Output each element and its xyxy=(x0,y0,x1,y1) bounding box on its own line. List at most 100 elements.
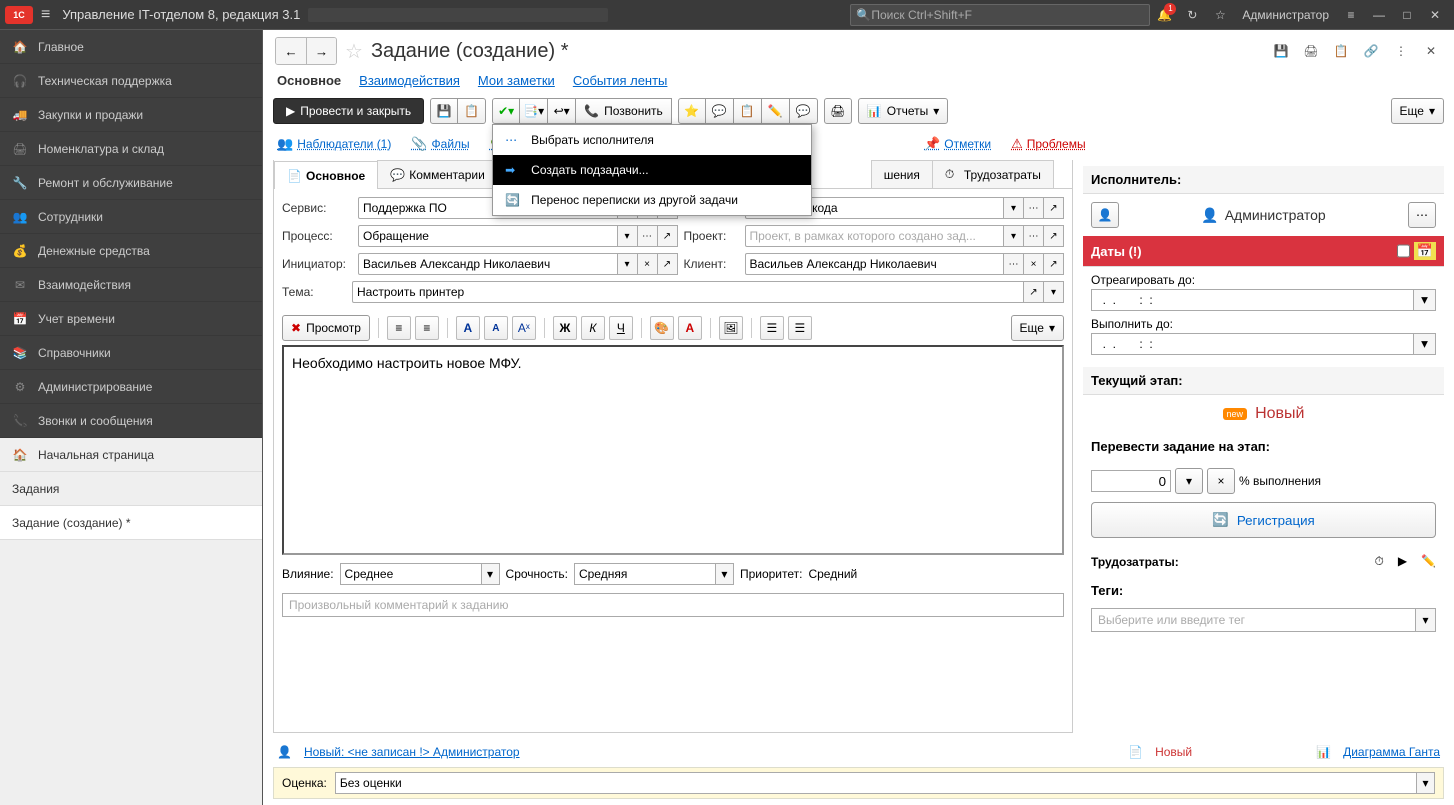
register-button[interactable]: 🔄Регистрация xyxy=(1091,502,1436,538)
link-problems[interactable]: ⚠Проблемы xyxy=(1011,136,1086,152)
dropdown-icon[interactable]: ▾ xyxy=(1416,773,1434,793)
fill-color-icon[interactable]: 🎨 xyxy=(650,316,674,340)
sidebar-item-support[interactable]: 🎧Техническая поддержка xyxy=(0,64,262,98)
font-dec-icon[interactable]: A xyxy=(484,316,508,340)
dates-checkbox[interactable] xyxy=(1397,242,1410,260)
link-watchers[interactable]: 👥Наблюдатели (1) xyxy=(277,136,391,152)
timer-icon[interactable]: ⏱ xyxy=(1374,554,1383,569)
nav-back-button[interactable]: ← xyxy=(276,38,306,64)
menu-create-subtasks[interactable]: ➡Создать подзадачи... xyxy=(493,155,811,185)
subtab-main[interactable]: Основное xyxy=(277,73,341,88)
percent-dd[interactable]: ▾ xyxy=(1175,468,1203,494)
user-label[interactable]: Администратор xyxy=(1234,8,1337,22)
star-icon[interactable]: ☆ xyxy=(1206,1,1234,29)
urgency-select[interactable]: ▾ xyxy=(574,563,734,585)
doctab-decisions[interactable]: шения xyxy=(871,160,933,188)
minimize-icon[interactable]: — xyxy=(1365,1,1393,29)
align-left-icon[interactable]: ≡ xyxy=(387,316,411,340)
report-icon[interactable]: 📋 xyxy=(1330,40,1352,62)
ol-icon[interactable]: ☰ xyxy=(788,316,812,340)
call-button[interactable]: 📞Позвонить xyxy=(576,98,672,124)
client-input[interactable]: ⋯×↗ xyxy=(745,253,1065,275)
copy2-button[interactable]: 📋 xyxy=(734,98,762,124)
more-button[interactable]: Еще▾ xyxy=(1391,98,1444,124)
print-icon[interactable]: 🖨 xyxy=(1300,40,1322,62)
copy-button[interactable]: 📑▾ xyxy=(520,98,548,124)
tab-tasks[interactable]: Задания xyxy=(0,472,262,506)
play-icon[interactable]: ▶ xyxy=(1398,554,1407,569)
preview-button[interactable]: ✖Просмотр xyxy=(282,315,370,341)
process-input[interactable]: ▾⋯↗ xyxy=(358,225,678,247)
initiator-input[interactable]: ▾×↗ xyxy=(358,253,678,275)
react-input[interactable]: ▾ xyxy=(1091,289,1436,311)
topic-input[interactable]: ↗▾ xyxy=(352,281,1064,303)
underline-icon[interactable]: Ч xyxy=(609,316,633,340)
dropdown-icon[interactable]: ▾ xyxy=(1414,333,1436,355)
subtab-feed[interactable]: События ленты xyxy=(573,73,668,88)
select-executor-button[interactable]: 👤 xyxy=(1091,202,1119,228)
more-icon[interactable]: ⋮ xyxy=(1390,40,1412,62)
tab-task-create[interactable]: Задание (создание) * xyxy=(0,506,262,540)
sidebar-item-repair[interactable]: 🔧Ремонт и обслуживание xyxy=(0,166,262,200)
comment-input[interactable] xyxy=(282,593,1064,617)
link-marks[interactable]: 📌Отметки xyxy=(924,136,991,152)
reports-button[interactable]: 📊Отчеты▾ xyxy=(858,98,948,124)
post-and-close-button[interactable]: ▶Провести и закрыть xyxy=(273,98,424,124)
favorite-star[interactable]: ☆ xyxy=(345,39,363,64)
doctab-labor[interactable]: ⏱Трудозатраты xyxy=(932,160,1054,188)
search-input[interactable] xyxy=(871,8,1144,22)
bell-icon[interactable]: 🔔1 xyxy=(1150,1,1178,29)
sidebar-item-refs[interactable]: 📚Справочники xyxy=(0,336,262,370)
msg-button[interactable]: 💬 xyxy=(790,98,818,124)
italic-icon[interactable]: К xyxy=(581,316,605,340)
image-icon[interactable]: 🖼 xyxy=(719,316,743,340)
edit-icon[interactable]: ✏️ xyxy=(1421,554,1436,569)
sidebar-item-sales[interactable]: 🚚Закупки и продажи xyxy=(0,98,262,132)
gantt-link[interactable]: Диаграмма Ганта xyxy=(1343,745,1440,759)
tags-input[interactable] xyxy=(1092,609,1415,631)
global-search[interactable]: 🔍 xyxy=(850,4,1150,26)
font-clear-icon[interactable]: Aˣ xyxy=(512,316,536,340)
doctab-comments[interactable]: 💬Комментарии xyxy=(377,160,498,188)
chat-button[interactable]: 💬 xyxy=(706,98,734,124)
sidebar-item-calls[interactable]: 📞Звонки и сообщения xyxy=(0,404,262,438)
status-link[interactable]: Новый: <не записан !> Администратор xyxy=(304,745,520,759)
sidebar-item-time[interactable]: 📅Учет времени xyxy=(0,302,262,336)
sidebar-item-staff[interactable]: 👥Сотрудники xyxy=(0,200,262,234)
print-button[interactable]: 🖨 xyxy=(824,98,852,124)
text-color-icon[interactable]: A xyxy=(678,316,702,340)
align-center-icon[interactable]: ≡ xyxy=(415,316,439,340)
finish-input[interactable]: ▾ xyxy=(1091,333,1436,355)
tags-input-wrap[interactable]: ▾ xyxy=(1091,608,1436,632)
sidebar-item-stock[interactable]: 🖨Номенклатура и склад xyxy=(0,132,262,166)
percent-input[interactable] xyxy=(1091,470,1171,492)
impact-select[interactable]: ▾ xyxy=(340,563,500,585)
save-button[interactable]: 💾 xyxy=(430,98,458,124)
subtab-notes[interactable]: Мои заметки xyxy=(478,73,555,88)
menu-transfer-thread[interactable]: 🔄Перенос переписки из другой задачи xyxy=(493,185,811,215)
sidebar-item-home[interactable]: 🏠Главное xyxy=(0,30,262,64)
doctab-main[interactable]: 📄Основное xyxy=(274,161,378,189)
project-input[interactable]: ▾⋯↗ xyxy=(745,225,1065,247)
subtab-interact[interactable]: Взаимодействия xyxy=(359,73,460,88)
executor-more-button[interactable]: ⋯ xyxy=(1408,202,1436,228)
close-form-icon[interactable]: ✕ xyxy=(1420,40,1442,62)
highlight-button[interactable]: ✏️ xyxy=(762,98,790,124)
sidebar-item-admin[interactable]: ⚙Администрирование xyxy=(0,370,262,404)
tab-start-page[interactable]: 🏠Начальная страница xyxy=(0,438,262,472)
hamburger-icon[interactable]: ≡ xyxy=(41,6,50,24)
status-button[interactable]: ✔▾ xyxy=(492,98,520,124)
sidebar-item-money[interactable]: 💰Денежные средства xyxy=(0,234,262,268)
rating-select[interactable]: ▾ xyxy=(335,772,1435,794)
save-icon[interactable]: 💾 xyxy=(1270,40,1292,62)
customize-icon[interactable]: ≡ xyxy=(1337,1,1365,29)
post-button[interactable]: 📋 xyxy=(458,98,486,124)
menu-choose-executor[interactable]: ⋯Выбрать исполнителя xyxy=(493,125,811,155)
nav-forward-button[interactable]: → xyxy=(306,38,336,64)
history-icon[interactable]: ↻ xyxy=(1178,1,1206,29)
dropdown-icon[interactable]: ▾ xyxy=(1414,289,1436,311)
close-icon[interactable]: ✕ xyxy=(1421,1,1449,29)
sidebar-item-interact[interactable]: ✉Взаимодействия xyxy=(0,268,262,302)
percent-clear[interactable]: × xyxy=(1207,468,1235,494)
maximize-icon[interactable]: □ xyxy=(1393,1,1421,29)
